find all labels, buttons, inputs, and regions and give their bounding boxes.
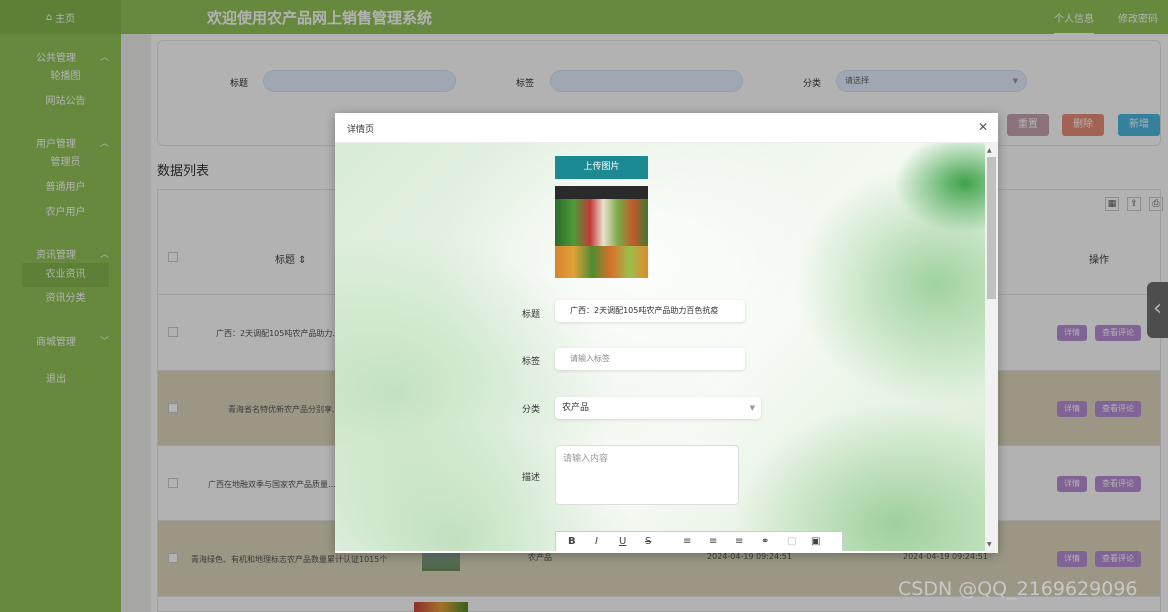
- watermark: CSDN @QQ_2169629096: [898, 578, 1138, 600]
- modal-header: 详情页 ✕: [335, 113, 998, 143]
- description-textarea[interactable]: 请输入内容: [555, 445, 739, 505]
- upload-image-button[interactable]: 上传图片: [555, 156, 648, 179]
- align-right-icon[interactable]: ≡: [735, 536, 743, 547]
- underline-icon[interactable]: U: [619, 536, 626, 547]
- category-select[interactable]: 农产品 ▼: [555, 397, 761, 419]
- scrollbar-thumb[interactable]: [987, 157, 996, 299]
- category-value: 农产品: [562, 403, 590, 413]
- link-icon[interactable]: ⚭: [761, 536, 769, 547]
- title-label: 标题: [522, 310, 541, 320]
- bold-icon[interactable]: B: [568, 536, 576, 547]
- scroll-down-icon[interactable]: ▼: [987, 541, 992, 548]
- align-center-icon[interactable]: ≡: [709, 536, 717, 547]
- modal-body: 上传图片 标题 广西：2天调配105吨农产品助力百色抗疫 标签 请输入标签 分类…: [335, 143, 985, 551]
- tag-input[interactable]: 请输入标签: [555, 348, 745, 370]
- title-input[interactable]: 广西：2天调配105吨农产品助力百色抗疫: [555, 300, 745, 322]
- caret-down-icon: ▼: [749, 404, 755, 412]
- detail-modal: 详情页 ✕ 上传图片 标题 广西：2天调配105吨农产品助力百色抗疫 标签 请输…: [335, 113, 998, 553]
- align-left-icon[interactable]: ≡: [683, 536, 691, 547]
- image-icon[interactable]: ▣: [811, 536, 820, 547]
- category-label: 分类: [522, 405, 541, 415]
- strikethrough-icon[interactable]: S: [645, 536, 651, 547]
- italic-icon[interactable]: I: [595, 536, 598, 547]
- description-label: 描述: [522, 473, 541, 483]
- scroll-up-icon[interactable]: ▲: [987, 147, 992, 154]
- modal-title: 详情页: [347, 125, 375, 135]
- close-icon[interactable]: ✕: [978, 120, 988, 134]
- rich-text-toolbar: B I U S ≡ ≡ ≡ ⚭ ▢ ▣: [555, 531, 843, 551]
- clear-format-icon[interactable]: ▢: [787, 536, 796, 547]
- tag-label: 标签: [522, 357, 541, 367]
- news-image-produce: [555, 246, 648, 278]
